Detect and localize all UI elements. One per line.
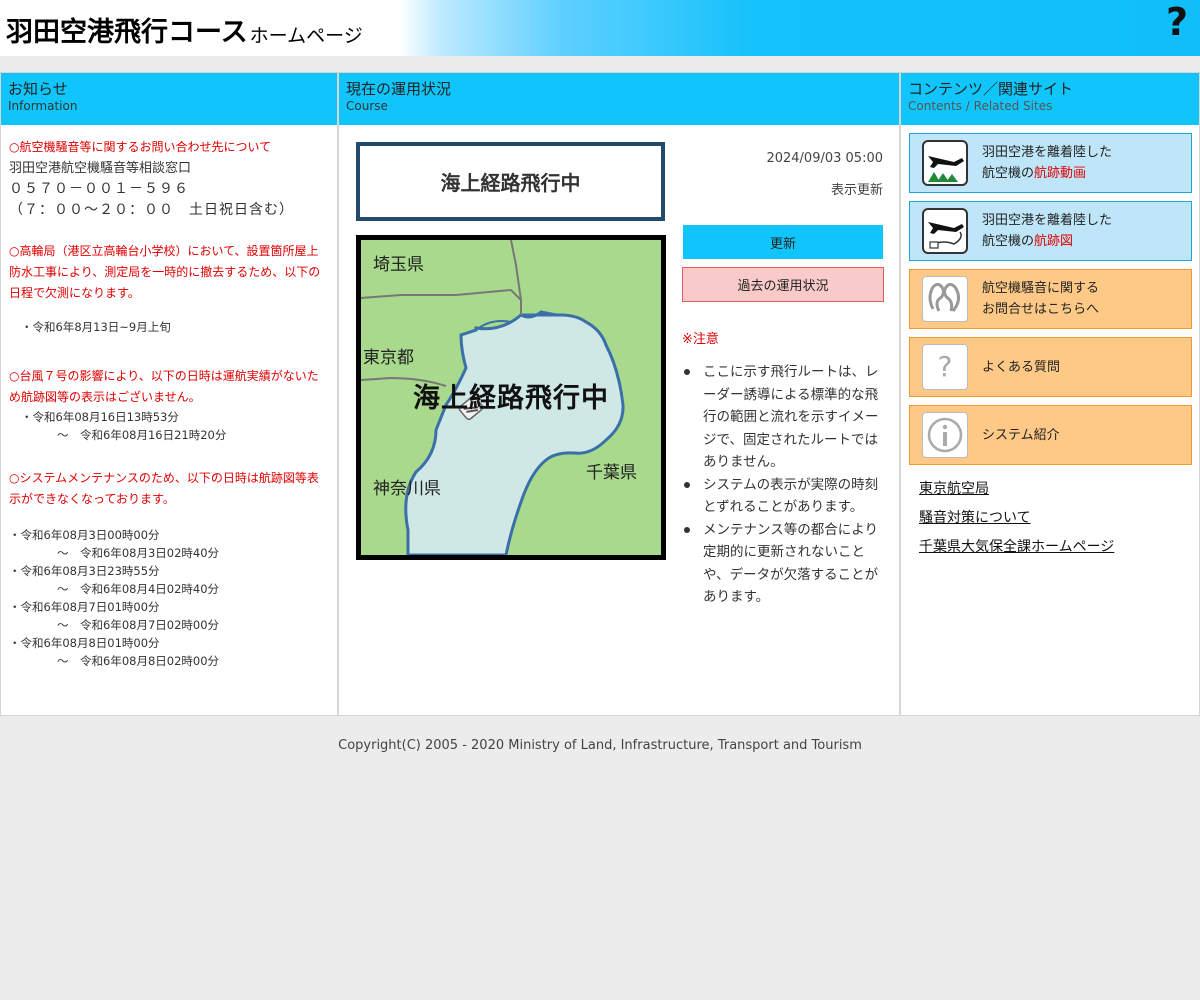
note-item: ここに示す飛行ルートは、レーダー誘導による標準的な飛行の範囲と流れを示すイメージ… (682, 361, 880, 474)
information-panel: お知らせ Information ○航空機騒音等に関するお問い合わせ先について … (0, 72, 338, 716)
update-datetime: 2024/09/03 05:00 (766, 151, 883, 166)
noise-inquiry-line1: 航空機騒音に関する (982, 281, 1100, 296)
information-panel-header: お知らせ Information (1, 73, 337, 125)
maintenance-end: ～ 令和6年08月8日02時00分 (57, 654, 220, 668)
note-item: メンテナンス等の都合により定期的に更新されないことや、データが欠落することがあり… (682, 519, 880, 609)
maintenance-notice: ○システムメンテナンスのため、以下の日時は航跡図等表示ができなくなっております。 (9, 471, 319, 506)
faq-card-label: よくある質問 (982, 359, 1061, 375)
course-title: 現在の運用状況 (346, 80, 452, 98)
track-map-highlight: 航跡図 (1034, 234, 1074, 249)
display-update-label: 表示更新 (830, 183, 883, 198)
map-label-saitama: 埼玉県 (373, 255, 424, 275)
course-subtitle: Course (346, 99, 388, 113)
faq-card[interactable]: ? よくある質問 (909, 337, 1192, 397)
typhoon-notice: ○台風７号の影響により、以下の日時は運航実績がないため航跡図等の表示はございませ… (9, 369, 319, 404)
track-video-line1: 羽田空港を離着陸した (982, 145, 1113, 160)
flight-course-map: 埼玉県 東京都 神奈川県 千葉県 海上経路飛行中 (356, 235, 666, 560)
maintenance-end: ～ 令和6年08月4日02時40分 (57, 582, 220, 596)
system-intro-card[interactable]: システム紹介 (909, 405, 1192, 465)
typhoon-start: ・令和6年08月16日13時53分 (21, 410, 179, 424)
site-header: 羽田空港飛行コース ホームページ ? (0, 0, 1200, 56)
track-video-line2-prefix: 航空機の (982, 166, 1035, 181)
maintenance-start: ・令和6年08月8日01時00分 (9, 636, 160, 650)
maintenance-end: ～ 令和6年08月7日02時00分 (57, 618, 220, 632)
track-video-card-label: 羽田空港を離着陸した 航空機の航跡動画 (982, 142, 1112, 184)
inquiry-icon (922, 276, 968, 322)
information-subtitle: Information (8, 99, 78, 113)
track-map-line1: 羽田空港を離着陸した (982, 213, 1113, 228)
link-chiba-air-quality[interactable]: 千葉県大気保全課ホームページ (919, 533, 1114, 562)
information-title: お知らせ (8, 80, 68, 98)
information-scroll-area[interactable]: ○航空機騒音等に関するお問い合わせ先について 羽田空港航空機騒音等相談窓口 ０５… (1, 125, 337, 699)
link-tokyo-aviation-bureau[interactable]: 東京航空局 (919, 475, 1114, 504)
airplane-track-icon (922, 208, 968, 254)
track-map-card-label: 羽田空港を離着陸した 航空機の航跡図 (982, 210, 1112, 252)
past-status-button[interactable]: 過去の運用状況 (682, 267, 884, 302)
takanawa-notice: ○高輪局（港区立高輪台小学校）において、設置箇所屋上防水工事により、測定局を一時… (9, 244, 321, 300)
site-title: 羽田空港飛行コース (6, 17, 248, 48)
contents-panel-header: コンテンツ／関連サイト Contents / Related Sites (901, 73, 1199, 125)
noise-inquiry-card[interactable]: 航空機騒音に関する お問合せはこちらへ (909, 269, 1192, 329)
map-label-chiba: 千葉県 (586, 463, 637, 483)
info-icon (922, 412, 968, 458)
course-panel: 現在の運用状況 Course 海上経路飛行中 埼玉県 東京都 神奈川県 千葉県 (338, 72, 900, 716)
track-video-card[interactable]: 羽田空港を離着陸した 航空機の航跡動画 (909, 133, 1192, 193)
noise-inquiry-line2: お問合せはこちらへ (982, 302, 1100, 317)
map-label-tokyo: 東京都 (363, 348, 414, 368)
track-map-card[interactable]: 羽田空港を離着陸した 航空機の航跡図 (909, 201, 1192, 261)
system-intro-card-label: システム紹介 (982, 427, 1060, 443)
maintenance-start: ・令和6年08月7日01時00分 (9, 600, 160, 614)
update-button[interactable]: 更新 (683, 225, 883, 259)
footer-copyright: Copyright(C) 2005 - 2020 Ministry of Lan… (338, 738, 862, 753)
takanawa-period: ・令和6年8月13日~9月上旬 (21, 320, 171, 334)
site-subtitle: ホームページ (249, 25, 363, 47)
contact-heading: ○航空機騒音等に関するお問い合わせ先について (9, 140, 272, 154)
notes-list: ここに示す飛行ルートは、レーダー誘導による標準的な飛行の範囲と流れを示すイメージ… (682, 361, 880, 609)
map-label-kanagawa: 神奈川県 (373, 479, 441, 499)
contact-phone: ０５７０－００１－５９６ (9, 181, 189, 197)
map-status-overlay: 海上経路飛行中 (413, 383, 609, 414)
question-icon: ? (922, 344, 968, 390)
maintenance-start: ・令和6年08月3日00時00分 (9, 528, 160, 542)
notes-heading: ※注意 (682, 332, 719, 347)
typhoon-end: ～ 令和6年08月16日21時20分 (57, 428, 227, 442)
question-mark-icon[interactable]: ? (1166, 0, 1188, 44)
contact-hours: （７：００～２０：００ 土日祝日含む） (9, 202, 294, 218)
related-links: 東京航空局 騒音対策について 千葉県大気保全課ホームページ (919, 475, 1114, 562)
status-box: 海上経路飛行中 (356, 142, 665, 221)
contents-panel: コンテンツ／関連サイト Contents / Related Sites 羽田空… (900, 72, 1200, 716)
contents-subtitle: Contents / Related Sites (908, 99, 1053, 113)
airplane-video-icon (922, 140, 968, 186)
maintenance-end: ～ 令和6年08月3日02時40分 (57, 546, 220, 560)
track-map-line2-prefix: 航空機の (982, 234, 1035, 249)
note-item: システムの表示が実際の時刻とずれることがあります。 (682, 474, 880, 519)
site-title-block: 羽田空港飛行コース ホームページ (0, 0, 400, 56)
contents-title: コンテンツ／関連サイト (908, 80, 1074, 98)
noise-inquiry-card-label: 航空機騒音に関する お問合せはこちらへ (982, 278, 1099, 320)
course-panel-header: 現在の運用状況 Course (339, 73, 899, 125)
track-video-highlight: 航跡動画 (1034, 166, 1087, 181)
status-text: 海上経路飛行中 (440, 171, 581, 195)
maintenance-start: ・令和6年08月3日23時55分 (9, 564, 160, 578)
contact-office: 羽田空港航空機騒音等相談窓口 (9, 161, 192, 176)
link-noise-measures[interactable]: 騒音対策について (919, 504, 1114, 533)
